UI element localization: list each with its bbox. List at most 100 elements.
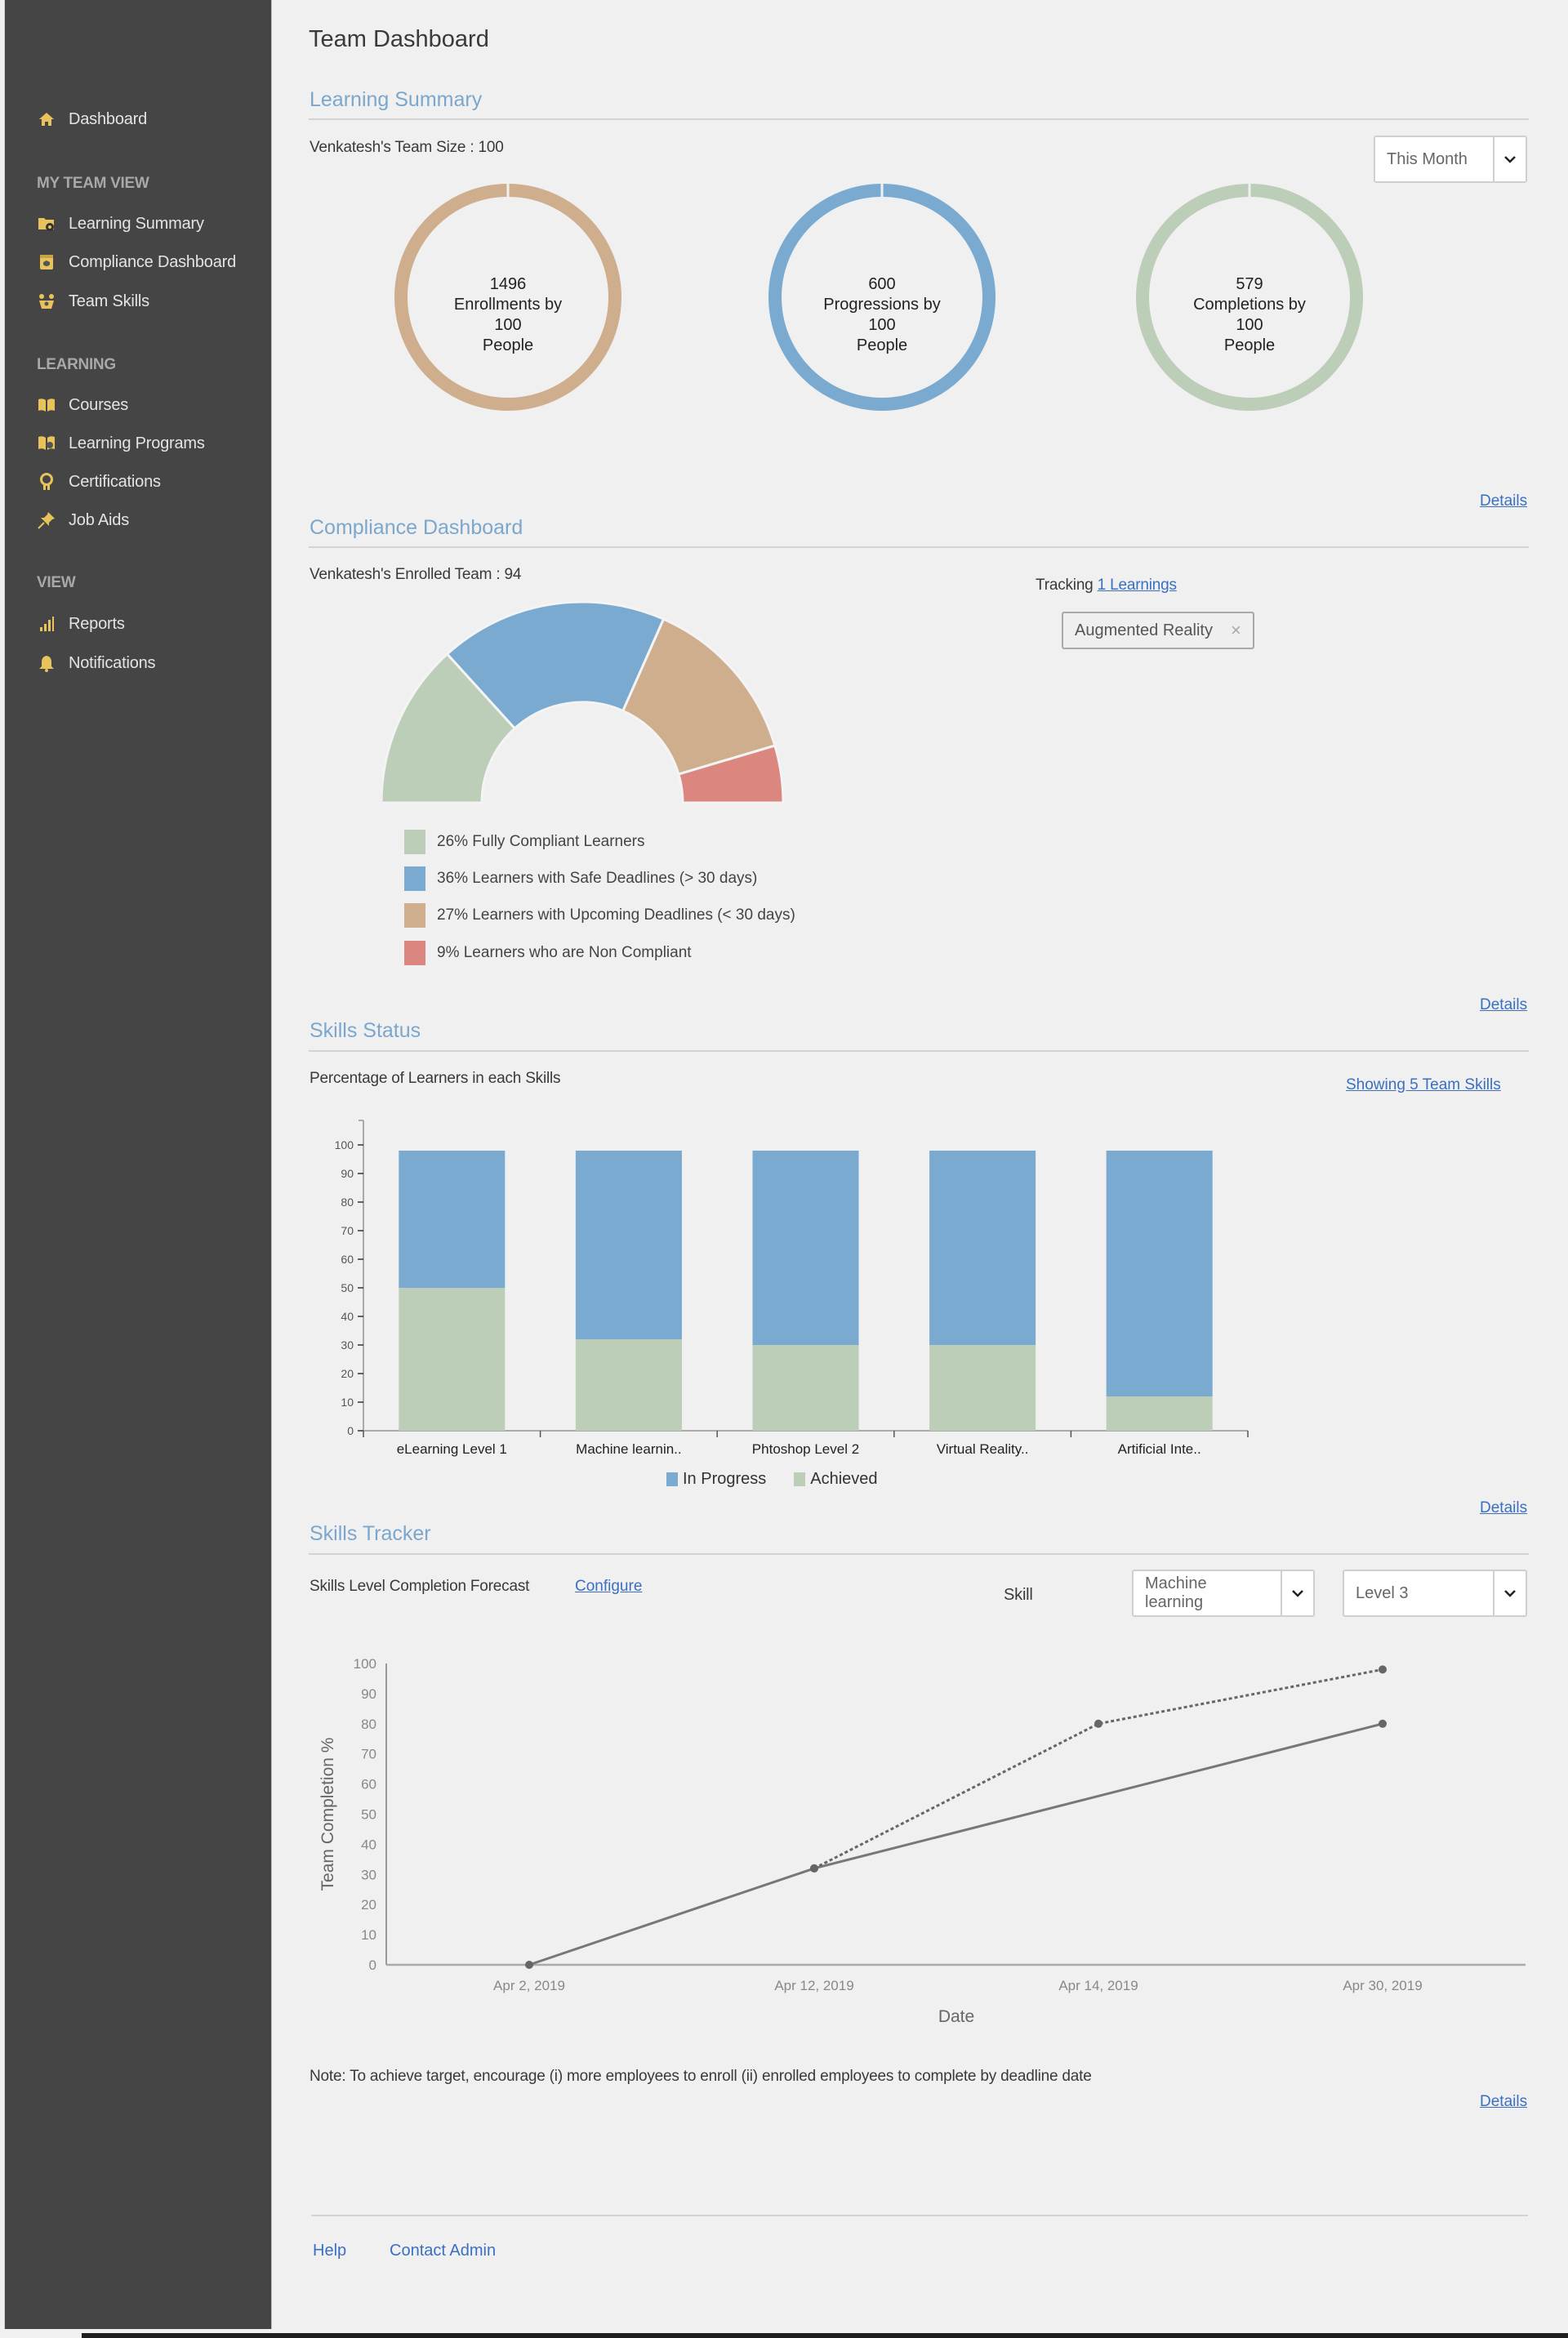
compliance-semi-donut [382, 600, 785, 804]
donut-people: People [856, 336, 908, 354]
sidebar-item-certifications[interactable]: Certifications [38, 470, 161, 493]
help-link[interactable]: Help [313, 2242, 346, 2260]
y-tick-label: 30 [341, 1338, 354, 1352]
enrolled-team-label: Venkatesh's Enrolled Team : 94 [310, 566, 522, 583]
sidebar-item-compliance-dashboard[interactable]: Compliance Dashboard [38, 251, 236, 274]
sidebar-item-label: Notifications [69, 653, 156, 672]
tracking-prefix: Tracking [1036, 577, 1094, 594]
donut-caption: Progressions by [823, 296, 941, 314]
chevron-down-icon[interactable] [1493, 137, 1526, 181]
tracked-learning-chip: Augmented Reality × [1062, 612, 1254, 649]
sidebar-item-learning-programs[interactable]: Learning Programs [38, 432, 205, 455]
skill-select[interactable]: Machine learning [1132, 1570, 1315, 1617]
chevron-down-icon[interactable] [1493, 1571, 1526, 1615]
tracking-learnings-link[interactable]: 1 Learnings [1098, 577, 1177, 594]
y-tick-label: 0 [369, 1957, 376, 1973]
donut-people-count: 100 [494, 316, 522, 334]
donut-caption: Enrollments by [453, 296, 563, 314]
y-tick-label: 70 [341, 1224, 354, 1237]
sidebar-heading-view: VIEW [37, 574, 76, 591]
level-select[interactable]: Level 3 [1343, 1570, 1527, 1617]
sidebar-item-courses[interactable]: Courses [38, 394, 128, 416]
bar-achieved [929, 1345, 1036, 1431]
section-divider [309, 546, 1529, 548]
bell-icon [38, 654, 56, 672]
sidebar-item-label: Compliance Dashboard [69, 252, 237, 271]
configure-link[interactable]: Configure [575, 1578, 642, 1596]
compliance-legend-item: 36% Learners with Safe Deadlines (> 30 d… [404, 866, 757, 891]
sidebar-item-label: Job Aids [69, 510, 130, 529]
sidebar-item-job-aids[interactable]: Job Aids [38, 509, 129, 532]
donut-value: 579 [1236, 275, 1263, 293]
certificate-icon [38, 473, 56, 491]
skills-status-details-link[interactable]: Details [1480, 1499, 1527, 1517]
sidebar: Dashboard MY TEAM VIEW Learning Summary … [4, 0, 272, 2329]
x-tick-label: Machine learnin.. [576, 1441, 681, 1457]
donut-value: 1496 [489, 275, 527, 293]
sidebar-item-dashboard[interactable]: Dashboard [38, 108, 147, 131]
y-tick-label: 50 [361, 1807, 376, 1823]
sidebar-item-label: Learning Summary [69, 214, 204, 233]
sidebar-item-label: Dashboard [69, 109, 148, 128]
x-tick-label: Artificial Inte.. [1118, 1441, 1201, 1457]
sidebar-item-team-skills[interactable]: Team Skills [38, 290, 149, 313]
donut-people-count: 100 [1236, 316, 1263, 334]
y-axis-label: Team Completion % [318, 1738, 337, 1891]
level-select-value: Level 3 [1356, 1583, 1409, 1602]
legend-swatch [404, 866, 425, 891]
forecast-label: Skills Level Completion Forecast [310, 1578, 530, 1595]
bar-achieved [399, 1288, 506, 1431]
skill-select-value: Machine learning [1145, 1574, 1207, 1611]
x-tick-label: Apr 12, 2019 [774, 1978, 853, 1993]
book-icon [38, 396, 56, 414]
sidebar-item-notifications[interactable]: Notifications [38, 652, 156, 675]
y-tick-label: 40 [361, 1837, 376, 1852]
sidebar-item-learning-summary[interactable]: Learning Summary [38, 212, 204, 235]
showing-team-skills-link[interactable]: Showing 5 Team Skills [1346, 1076, 1501, 1094]
period-select[interactable]: This Month [1374, 136, 1527, 183]
y-tick-label: 20 [341, 1367, 354, 1380]
bar-achieved [752, 1345, 859, 1431]
main-content: Team Dashboard Learning Summary Venkates… [309, 0, 1529, 2338]
series-point-actual [525, 1961, 533, 1969]
sidebar-item-reports[interactable]: Reports [38, 612, 125, 635]
y-tick-label: 30 [361, 1867, 376, 1882]
series-line-target [813, 1668, 1383, 1870]
legend-label: 9% Learners who are Non Compliant [437, 944, 692, 961]
donut-label-progressions: 600 Progressions by 100 People [800, 274, 964, 356]
compliance-legend-item: 26% Fully Compliant Learners [404, 830, 645, 854]
y-tick-label: 70 [361, 1747, 376, 1762]
x-tick-label: Apr 30, 2019 [1343, 1978, 1422, 1993]
donut-label-enrollments: 1496 Enrollments by 100 People [426, 274, 590, 356]
section-title: Learning Summary [310, 88, 483, 111]
learning-summary-icon [38, 215, 56, 233]
y-tick-label: 100 [335, 1138, 354, 1151]
skills-tracker-details-link[interactable]: Details [1480, 2093, 1527, 2111]
chevron-down-icon[interactable] [1281, 1571, 1313, 1615]
close-icon[interactable]: × [1231, 620, 1241, 641]
y-tick-label: 90 [361, 1686, 376, 1702]
sidebar-heading-learning: LEARNING [37, 356, 116, 373]
series-line-actual [528, 1722, 1383, 1966]
section-divider [309, 1050, 1529, 1052]
series-point-actual [1379, 1719, 1387, 1728]
pin-icon [38, 511, 56, 529]
section-title: Compliance Dashboard [310, 516, 523, 539]
legend-label: 26% Fully Compliant Learners [437, 833, 645, 850]
home-icon [38, 110, 56, 128]
y-tick-label: 10 [361, 1927, 376, 1943]
bar-in-progress [399, 1151, 506, 1288]
compliance-details-link[interactable]: Details [1480, 996, 1527, 1014]
bar-achieved [1106, 1396, 1213, 1431]
legend-swatch [404, 903, 425, 928]
horizontal-scrollbar[interactable] [82, 2333, 1568, 2338]
donut-caption: Completions by [1193, 296, 1306, 314]
section-divider [309, 118, 1529, 120]
skills-bar-chart: 0 10 20 30 40 50 60 70 80 90 100 eLearning Level 1 M… [335, 1120, 1249, 1457]
contact-admin-link[interactable]: Contact Admin [390, 2242, 496, 2260]
x-axis-label: Date [938, 2007, 974, 2026]
learning-summary-details-link[interactable]: Details [1480, 492, 1527, 510]
forecast-note: Note: To achieve target, encourage (i) m… [310, 2068, 1092, 2085]
learning-programs-icon [38, 434, 56, 452]
x-tick-label: eLearning Level 1 [397, 1441, 507, 1457]
